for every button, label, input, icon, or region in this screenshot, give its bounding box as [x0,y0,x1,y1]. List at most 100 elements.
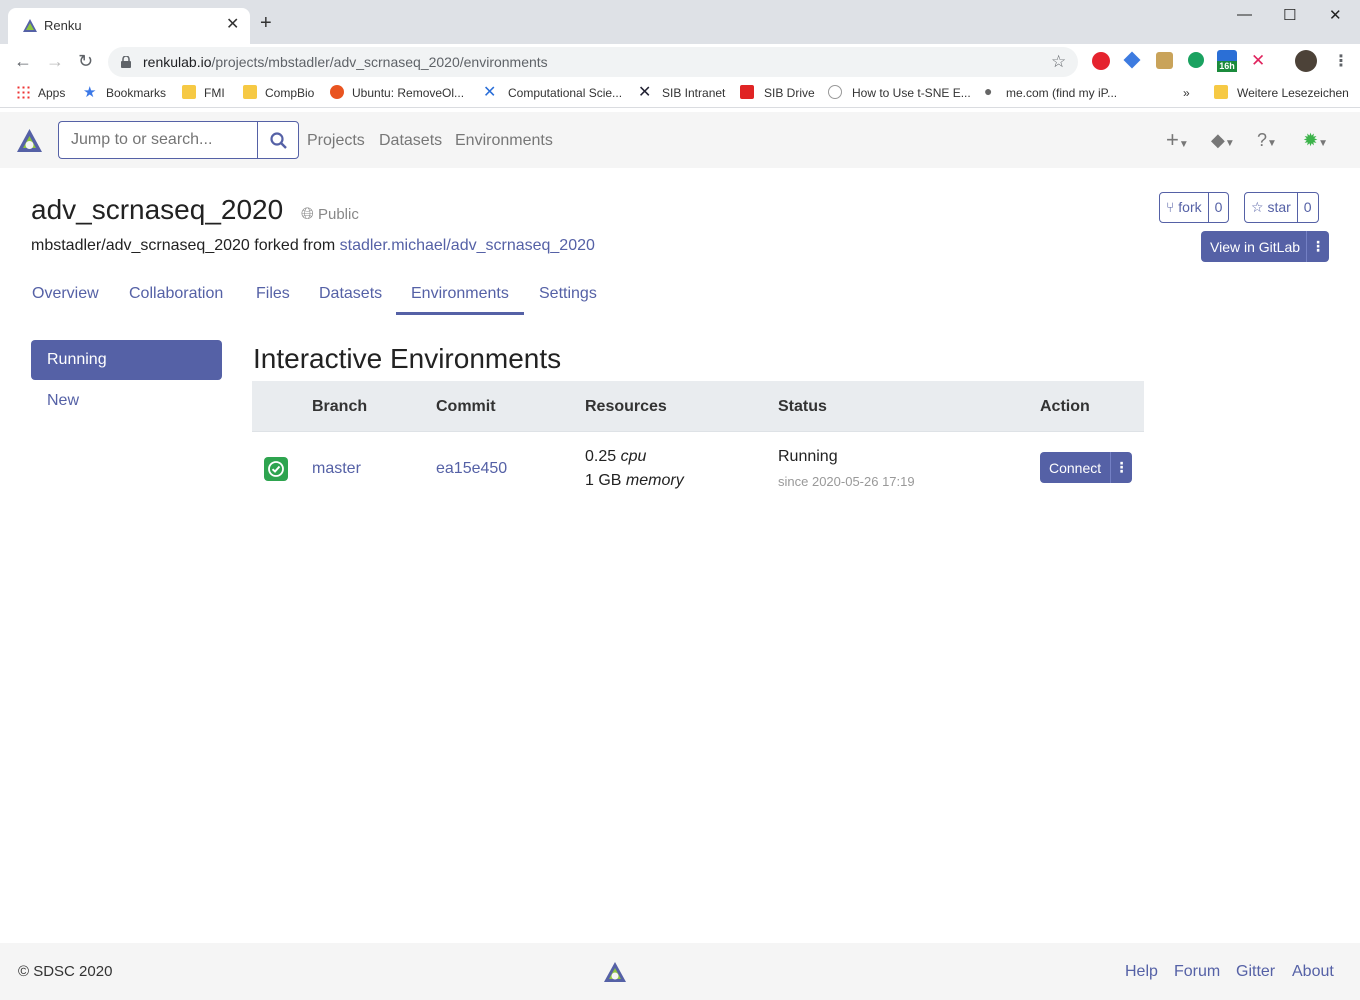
bookmark-star-icon: ★ [83,84,97,101]
bookmark-mecom[interactable]: me.com (find my iP... [1006,86,1117,100]
tab-settings[interactable]: Settings [539,285,597,303]
profile-avatar[interactable] [1295,50,1317,72]
view-in-gitlab-button[interactable]: View in GitLab ⋮ [1201,231,1329,262]
tab-environments[interactable]: Environments [411,285,509,303]
bookmarks-bar: Apps ★ Bookmarks FMI CompBio Ubuntu: Rem… [0,78,1360,108]
extension-icon[interactable] [1123,51,1141,69]
resource-memory: 1 GB memory [585,472,684,490]
footer-about-link[interactable]: About [1292,963,1334,981]
folder-icon [243,85,257,99]
folder-icon [182,85,196,99]
help-dropdown-icon[interactable]: ?▼ [1257,130,1277,151]
tab-files[interactable]: Files [256,285,290,303]
fork-info: mbstadler/adv_scrnaseq_2020 forked from … [31,237,595,255]
forward-icon[interactable]: → [46,52,64,70]
bookmark-compbio[interactable]: CompBio [265,86,314,100]
opera-extension-icon[interactable] [1092,52,1110,70]
bookmark-fmi[interactable]: FMI [204,86,225,100]
column-commit: Commit [436,398,496,415]
sib-drive-icon [740,85,754,99]
close-tab-icon[interactable]: ✕ [226,16,239,34]
browser-menu-icon[interactable]: ⋮ [1333,51,1349,71]
notes-extension-icon[interactable] [1156,52,1173,69]
bookmark-bookmarks[interactable]: Bookmarks [106,86,166,100]
branch-link[interactable]: master [312,460,361,478]
sib-icon: ✕ [638,84,652,101]
plus-dropdown-icon[interactable]: +▼ [1166,127,1189,153]
bookmark-sib-intranet[interactable]: SIB Intranet [662,86,725,100]
column-resources: Resources [585,398,667,415]
evernote-extension-icon[interactable] [1188,52,1204,68]
connect-more-icon[interactable]: ⋮ [1110,452,1132,483]
browser-tab[interactable]: Renku ✕ [8,8,250,44]
reload-icon[interactable]: ↻ [78,52,93,70]
search-input[interactable] [58,121,258,159]
cross-extension-icon[interactable]: ✕ [1251,52,1265,69]
star-button[interactable]: ☆ star 0 [1244,192,1319,223]
resource-cpu: 0.25 cpu [585,448,646,466]
window-close-icon[interactable]: ✕ [1329,6,1342,24]
visibility-label: 🌐︎ Public [301,206,359,224]
fork-button[interactable]: ⑂ fork 0 [1159,192,1230,223]
bookmark-apps[interactable]: Apps [38,86,65,100]
footer-renku-logo-icon [604,962,626,982]
commit-link[interactable]: ea15e450 [436,460,507,478]
column-status: Status [778,398,827,415]
fork-label-text: fork [1178,199,1202,215]
back-icon[interactable]: ← [14,52,32,70]
memory-unit: memory [625,472,684,489]
tab-overview[interactable]: Overview [32,285,99,303]
confluence-icon: ✕ [483,84,497,101]
bookmark-sib-drive[interactable]: SIB Drive [764,86,815,100]
extension-badge: 16h [1217,61,1237,72]
calendar-extension-icon[interactable]: 16h [1217,50,1237,72]
check-circle-icon [268,461,284,477]
folder-icon [1214,85,1228,99]
tab-datasets[interactable]: Datasets [319,285,382,303]
status-check-icon [264,457,288,481]
footer-help-link[interactable]: Help [1125,963,1158,981]
user-avatar-icon[interactable]: ✹▼ [1303,130,1328,151]
bookmark-ubuntu[interactable]: Ubuntu: RemoveOl... [352,86,464,100]
bookmark-star-icon[interactable]: ☆ [1051,52,1066,72]
fork-source-link[interactable]: stadler.michael/adv_scrnaseq_2020 [340,237,595,254]
nav-datasets[interactable]: Datasets [379,132,442,150]
active-tab-indicator [396,312,524,315]
cpu-value: 0.25 [585,448,617,465]
memory-value: 1 GB [585,472,622,489]
url-host: renkulab.io [143,54,212,70]
browser-toolbar: ← → ↻ renkulab.io/projects/mbstadler/adv… [0,44,1360,78]
gitlab-button-label: View in GitLab [1210,239,1301,255]
minimize-icon[interactable]: — [1237,6,1252,23]
tab-collaboration[interactable]: Collaboration [129,285,223,303]
sidebar-item-new[interactable]: New [47,392,79,410]
address-bar[interactable]: renkulab.io/projects/mbstadler/adv_scrna… [108,47,1078,77]
cpu-unit: cpu [620,448,647,465]
column-action: Action [1040,398,1090,415]
table-header: Branch Commit Resources Status Action [252,381,1144,431]
page-icon [828,85,842,99]
bookmarks-overflow[interactable]: » [1183,86,1190,100]
star-count: 0 [1296,193,1318,222]
fork-count: 0 [1207,193,1229,222]
gitlab-more-icon[interactable]: ⋮ [1306,231,1329,262]
renku-logo-icon[interactable] [16,128,43,155]
bookmark-weitere[interactable]: Weitere Lesezeichen [1237,86,1349,100]
bookmark-tsne[interactable]: How to Use t-SNE E... [852,86,971,100]
table-row: master ea15e450 0.25 cpu 1 GB memory Run… [252,431,1144,507]
maximize-icon[interactable]: ☐ [1283,6,1296,24]
footer-forum-link[interactable]: Forum [1174,963,1220,981]
new-tab-icon[interactable]: + [260,13,272,33]
column-branch: Branch [312,398,368,415]
footer-gitter-link[interactable]: Gitter [1236,963,1275,981]
sidebar-item-running[interactable]: Running [31,340,222,380]
bookmark-computational[interactable]: Computational Scie... [508,86,622,100]
fork-icon: ⑂ [1166,199,1175,215]
gitlab-dropdown-icon[interactable]: ◆▼ [1211,130,1235,151]
nav-projects[interactable]: Projects [307,132,365,150]
connect-button[interactable]: Connect ⋮ [1040,452,1132,483]
apps-grid-icon [16,85,30,99]
visibility-text: Public [317,206,359,223]
nav-environments[interactable]: Environments [455,132,553,150]
search-button[interactable] [257,121,299,159]
